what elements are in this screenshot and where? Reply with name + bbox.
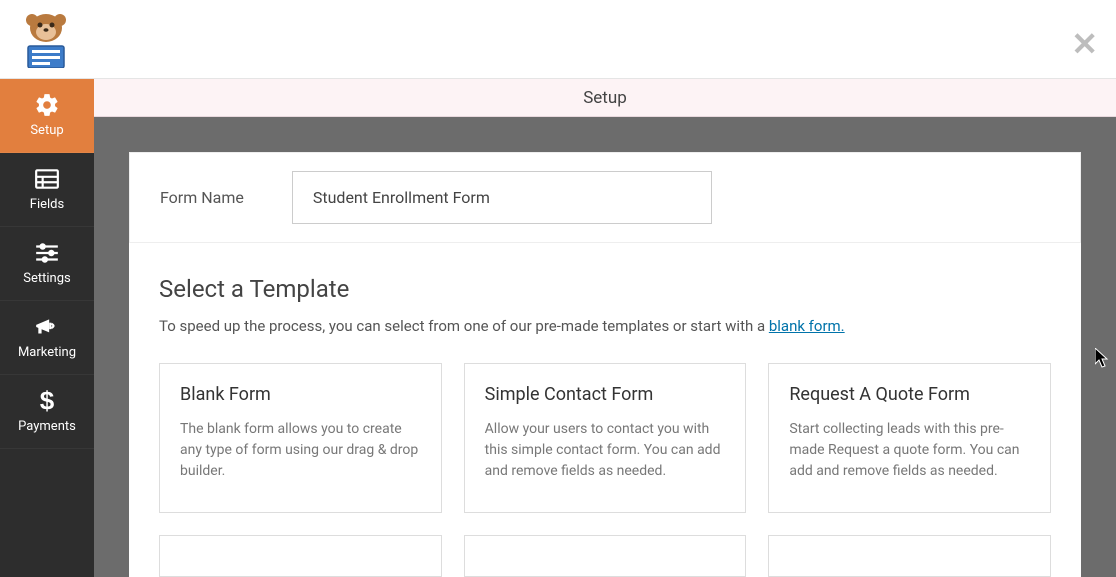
templates-grid: Blank Form The blank form allows you to … [159,363,1051,577]
close-button[interactable]: ✕ [1071,28,1098,60]
gear-icon [34,93,60,117]
sidebar-item-label: Fields [30,197,64,212]
blank-form-link[interactable]: blank form. [769,317,845,335]
template-card-desc: Start collecting leads with this pre-mad… [789,419,1030,482]
sliders-icon [34,241,60,265]
template-card[interactable] [464,535,747,577]
templates-description: To speed up the process, you can select … [159,317,1051,335]
template-card-title: Request A Quote Form [789,384,1030,405]
form-name-row: Form Name [129,152,1081,243]
sidebar-item-label: Marketing [18,345,76,360]
sidebar-item-fields[interactable]: Fields [0,153,94,227]
page-title: Setup [583,88,627,108]
template-card[interactable] [768,535,1051,577]
form-name-input[interactable] [292,171,712,224]
template-card-title: Simple Contact Form [485,384,726,405]
sidebar-item-marketing[interactable]: Marketing [0,301,94,375]
form-name-label: Form Name [160,188,244,207]
template-card-simple-contact[interactable]: Simple Contact Form Allow your users to … [464,363,747,513]
template-card[interactable] [159,535,442,577]
template-card-request-quote[interactable]: Request A Quote Form Start collecting le… [768,363,1051,513]
sidebar-item-label: Setup [30,123,63,138]
template-card-blank-form[interactable]: Blank Form The blank form allows you to … [159,363,442,513]
sidebar-item-setup[interactable]: Setup [0,79,94,153]
svg-text:$: $ [40,388,55,414]
sidebar: Setup Fields Settings Marketing $ Paymen… [0,79,94,577]
template-card-desc: Allow your users to contact you with thi… [485,419,726,482]
secondary-header: Setup [94,79,1116,117]
close-icon: ✕ [1071,25,1098,63]
app-header: ✕ [0,0,1116,79]
sidebar-item-label: Payments [18,419,76,434]
content-area: Setup Form Name Select a Template To spe… [94,79,1116,577]
bullhorn-icon [34,315,60,339]
list-icon [34,167,60,191]
sidebar-item-settings[interactable]: Settings [0,227,94,301]
templates-section: Select a Template To speed up the proces… [129,243,1081,577]
sidebar-item-payments[interactable]: $ Payments [0,375,94,449]
templates-title: Select a Template [159,275,1051,303]
app-logo [14,10,72,68]
sidebar-item-label: Settings [23,271,70,286]
dollar-icon: $ [39,389,55,413]
template-card-title: Blank Form [180,384,421,405]
setup-panel: Form Name Select a Template To speed up … [129,152,1081,577]
template-card-desc: The blank form allows you to create any … [180,419,421,482]
